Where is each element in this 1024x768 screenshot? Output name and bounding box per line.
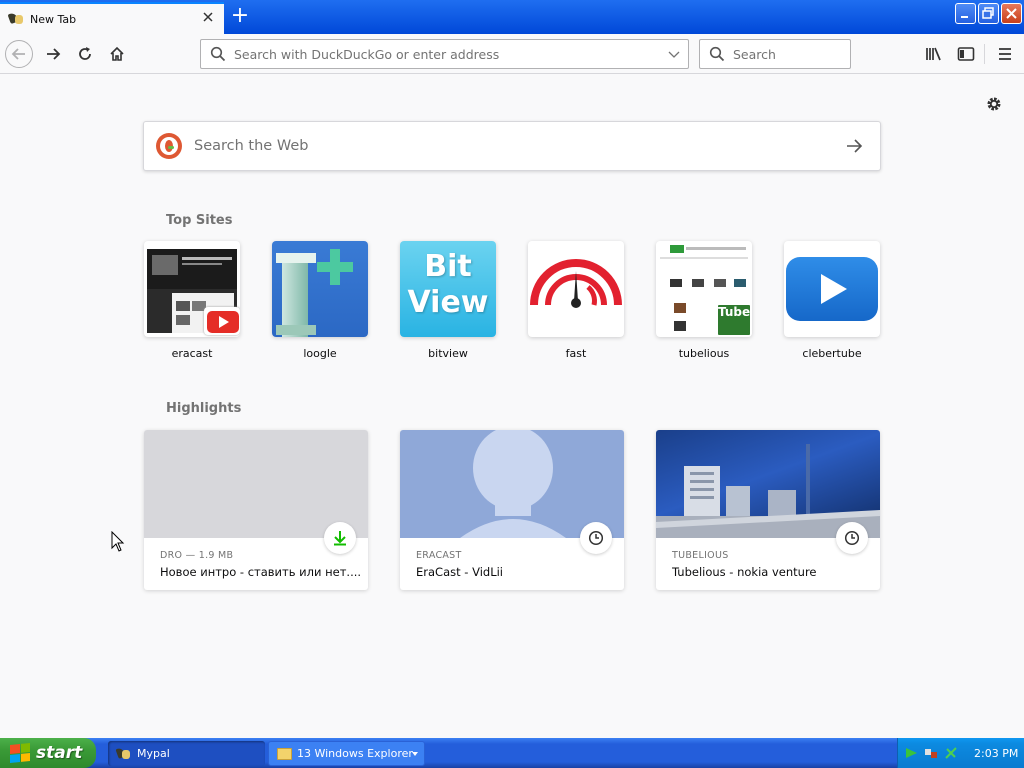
clock: 2:03 PM — [974, 746, 1019, 760]
address-input[interactable] — [234, 46, 654, 62]
windows-logo-icon — [10, 742, 30, 764]
top-site-clebertube[interactable]: clebertube — [784, 241, 880, 360]
close-window-button[interactable] — [1001, 3, 1022, 24]
top-site-label: fast — [565, 347, 587, 360]
taskbar-item-label: Mypal — [137, 747, 170, 760]
highlights-heading: Highlights — [166, 401, 242, 416]
tab-new-tab[interactable]: New Tab — [0, 2, 224, 34]
mouse-cursor-icon — [111, 530, 125, 553]
reload-icon — [79, 47, 91, 60]
tubelious-logo-text: Tube — [718, 305, 751, 319]
home-button[interactable] — [103, 40, 131, 68]
hamburger-menu-icon — [999, 48, 1011, 60]
taskbar-item-label: 13 Windows Explorer — [297, 747, 413, 760]
search-icon — [210, 46, 226, 62]
top-site-label: bitview — [428, 347, 468, 360]
back-button[interactable] — [5, 40, 33, 68]
taskbar-item-windows-explorer[interactable]: 13 Windows Explorer — [268, 741, 425, 766]
taskbar: start Mypal 13 Windows Explorer 2:03 PM — [0, 738, 1024, 768]
sidebar-icon — [957, 47, 975, 61]
highlight-source: ERACAST — [416, 550, 462, 561]
search-bar[interactable] — [699, 39, 851, 69]
new-tab-page: Top Sites eracast — [0, 75, 1024, 738]
forward-arrow-icon — [47, 48, 61, 60]
close-tab-icon[interactable] — [200, 10, 216, 26]
top-site-label: tubelious — [678, 347, 730, 360]
tab-strip: New Tab + — [0, 0, 1024, 34]
bitview-logo-line1: Bit — [424, 249, 472, 284]
tray-security-icon[interactable] — [944, 746, 958, 760]
highlight-title: Tubelious - nokia venture — [672, 565, 817, 579]
library-icon — [926, 47, 941, 61]
fast-thumbnail — [528, 241, 624, 337]
restore-button[interactable] — [978, 3, 999, 24]
top-site-bitview[interactable]: Bit View bitview — [400, 241, 496, 360]
mypal-icon — [115, 746, 131, 761]
reload-button[interactable] — [71, 40, 99, 68]
taskbar-item-mypal[interactable]: Mypal — [108, 741, 265, 766]
top-site-label: loogle — [303, 347, 337, 360]
sidebar-button[interactable] — [954, 42, 978, 66]
clock-icon — [580, 522, 612, 554]
speedometer-icon — [530, 259, 622, 308]
duckduckgo-logo-icon — [156, 133, 182, 159]
settings-gear-icon[interactable] — [985, 95, 1003, 113]
top-sites-grid: eracast loogle Bit View bitview fast Tub… — [144, 241, 884, 371]
highlight-title: Новое интро - ставить или нет.... — [160, 565, 360, 579]
eracast-thumbnail — [144, 241, 240, 337]
highlight-card-tubelious[interactable]: TUBELIOUS Tubelious - nokia venture — [656, 430, 880, 590]
highlight-title: EraCast - VidLii — [416, 565, 503, 579]
navigation-toolbar — [0, 34, 1024, 74]
top-sites-heading: Top Sites — [166, 213, 233, 228]
loogle-thumbnail — [272, 241, 368, 337]
tab-title: New Tab — [30, 12, 77, 26]
highlights-list: DRO — 1.9 MB Новое интро - ставить или н… — [144, 430, 884, 590]
home-icon — [110, 46, 124, 61]
highlight-source: TUBELIOUS — [672, 550, 729, 561]
tubelious-thumbnail: Tube — [656, 241, 752, 337]
search-input[interactable] — [733, 46, 843, 62]
menu-button[interactable] — [993, 42, 1017, 66]
forward-button[interactable] — [39, 40, 67, 68]
highlight-source: DRO — 1.9 MB — [160, 550, 234, 561]
highlight-card-eracast[interactable]: ERACAST EraCast - VidLii — [400, 430, 624, 590]
back-arrow-icon — [11, 48, 25, 60]
library-button[interactable] — [922, 42, 946, 66]
mypal-favicon-icon — [7, 11, 24, 27]
top-site-eracast[interactable]: eracast — [144, 241, 240, 360]
bitview-logo-line2: View — [407, 285, 489, 320]
bitview-thumbnail: Bit View — [400, 241, 496, 337]
download-icon — [324, 522, 356, 554]
start-button[interactable]: start — [0, 738, 96, 768]
minimize-button[interactable] — [955, 3, 976, 24]
search-icon — [709, 46, 725, 62]
top-site-loogle[interactable]: loogle — [272, 241, 368, 360]
web-search-input[interactable] — [194, 138, 844, 154]
tray-arrow-icon[interactable] — [904, 746, 918, 760]
address-bar[interactable] — [200, 39, 689, 69]
top-site-tubelious[interactable]: Tube tubelious — [656, 241, 752, 360]
top-site-label: clebertube — [802, 347, 862, 360]
clebertube-thumbnail — [784, 241, 880, 337]
start-label: start — [36, 743, 83, 763]
arrow-right-icon[interactable] — [844, 136, 864, 156]
group-dropdown-icon — [412, 752, 418, 756]
top-site-label: eracast — [171, 347, 213, 360]
clock-icon — [836, 522, 868, 554]
folder-icon — [277, 747, 292, 760]
highlight-card-download[interactable]: DRO — 1.9 MB Новое интро - ставить или н… — [144, 430, 368, 590]
new-tab-button[interactable]: + — [228, 5, 252, 29]
system-tray: 2:03 PM — [897, 738, 1024, 768]
chevron-down-icon[interactable] — [668, 48, 680, 60]
toolbar-separator — [984, 44, 985, 64]
top-site-fast[interactable]: fast — [528, 241, 624, 360]
tray-network-icon[interactable] — [924, 746, 938, 760]
web-search-box[interactable] — [143, 121, 881, 171]
